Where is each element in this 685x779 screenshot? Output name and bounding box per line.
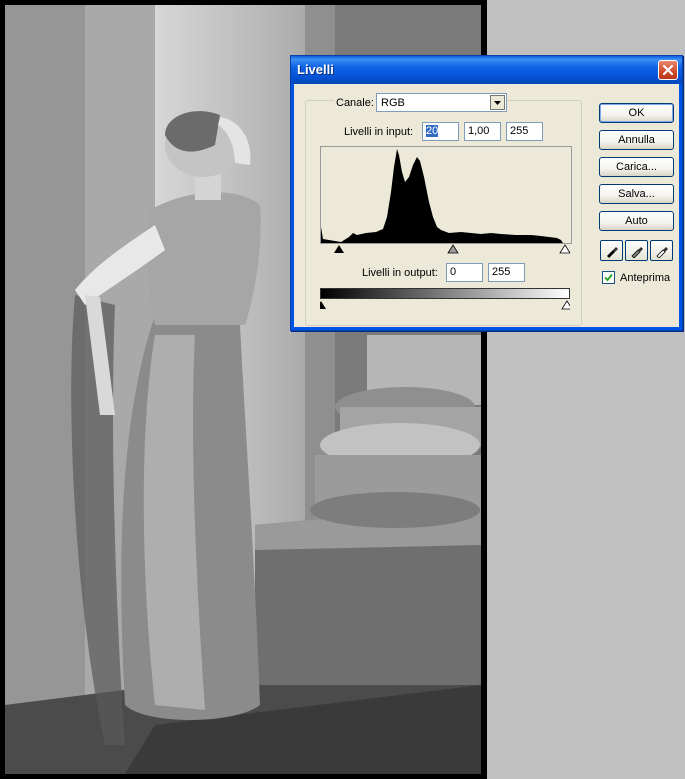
channel-dropdown-button[interactable] bbox=[490, 95, 505, 110]
dialog-title: Livelli bbox=[297, 62, 334, 77]
preview-label[interactable]: Anteprima bbox=[620, 272, 670, 284]
white-eyedropper-icon bbox=[655, 246, 668, 258]
input-black-field[interactable]: 20 bbox=[422, 122, 459, 141]
input-white-field[interactable]: 255 bbox=[506, 122, 543, 141]
input-white-value: 255 bbox=[510, 125, 529, 137]
input-levels-label: Livelli in input: bbox=[344, 126, 414, 138]
input-slider-track[interactable] bbox=[320, 244, 571, 254]
dialog-titlebar[interactable]: Livelli bbox=[291, 56, 682, 84]
gray-eyedropper-icon bbox=[630, 246, 643, 258]
levels-dialog: Livelli Canale: RGB Livelli in input: 20… bbox=[290, 55, 683, 331]
channel-select[interactable]: RGB bbox=[376, 93, 507, 112]
checkmark-icon bbox=[604, 273, 613, 282]
input-white-slider bbox=[559, 244, 571, 254]
output-white-field[interactable]: 255 bbox=[488, 263, 525, 282]
output-white-slider bbox=[561, 300, 573, 310]
input-black-slider bbox=[334, 245, 344, 253]
output-levels-label: Livelli in output: bbox=[362, 267, 438, 279]
input-gamma-field[interactable]: 1,00 bbox=[464, 122, 501, 141]
channel-label: Canale: bbox=[334, 97, 376, 109]
output-gradient-bar bbox=[320, 288, 570, 299]
cancel-button[interactable]: Annulla bbox=[599, 130, 674, 150]
output-black-field[interactable]: 0 bbox=[446, 263, 483, 282]
dialog-body: Canale: RGB Livelli in input: 20 1,00 25… bbox=[294, 84, 679, 327]
save-button[interactable]: Salva... bbox=[599, 184, 674, 204]
white-eyedropper-button[interactable] bbox=[650, 240, 673, 261]
ok-button[interactable]: OK bbox=[599, 103, 674, 123]
auto-button[interactable]: Auto bbox=[599, 211, 674, 231]
histogram bbox=[320, 146, 572, 244]
output-black-slider bbox=[316, 301, 326, 309]
output-black-value: 0 bbox=[450, 266, 457, 278]
preview-checkbox[interactable] bbox=[602, 271, 615, 284]
load-button[interactable]: Carica... bbox=[599, 157, 674, 177]
histogram-graph bbox=[321, 149, 563, 243]
input-gamma-value: 1,00 bbox=[468, 125, 490, 137]
black-eyedropper-button[interactable] bbox=[600, 240, 623, 261]
input-black-value: 20 bbox=[426, 125, 439, 137]
input-gamma-slider bbox=[447, 244, 459, 254]
output-white-value: 255 bbox=[492, 266, 511, 278]
chevron-down-icon bbox=[494, 100, 501, 105]
close-button[interactable] bbox=[658, 60, 678, 80]
close-icon bbox=[662, 64, 674, 76]
black-eyedropper-icon bbox=[606, 246, 618, 258]
output-slider-track[interactable] bbox=[316, 300, 573, 310]
channel-value: RGB bbox=[381, 97, 405, 109]
gray-eyedropper-button[interactable] bbox=[625, 240, 648, 261]
